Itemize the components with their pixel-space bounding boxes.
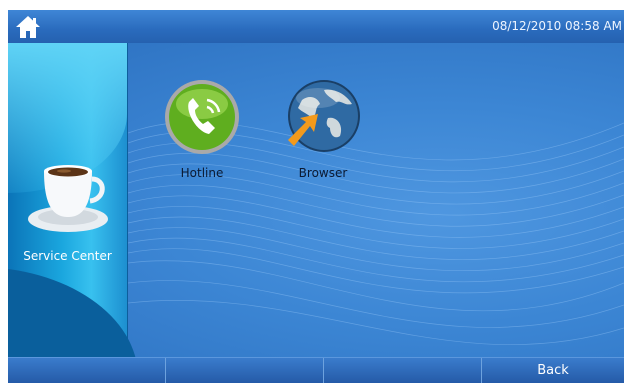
- globe-icon: [288, 80, 360, 152]
- browser-label: Browser: [298, 166, 348, 180]
- phone-icon: [165, 80, 239, 154]
- hotline-label: Hotline: [180, 166, 224, 180]
- bottom-button-bar: Back: [8, 357, 624, 383]
- browser-app[interactable]: Browser: [278, 78, 368, 180]
- service-center-label: Service Center: [23, 249, 112, 263]
- device-screen: 08/12/2010 08:58 AM Service Center Hotli…: [8, 10, 624, 383]
- hotline-app[interactable]: Hotline: [157, 78, 247, 180]
- back-label: Back: [537, 363, 569, 378]
- service-center-tile[interactable]: Service Center: [8, 43, 138, 383]
- bottom-button-1[interactable]: [8, 358, 166, 383]
- home-icon[interactable]: [14, 14, 42, 40]
- bottom-button-3[interactable]: [324, 358, 482, 383]
- coffee-cup-icon: [28, 165, 108, 232]
- bottom-button-2[interactable]: [166, 358, 324, 383]
- status-bar: 08/12/2010 08:58 AM: [8, 10, 624, 43]
- back-button[interactable]: Back: [482, 358, 624, 383]
- date-time: 08/12/2010 08:58 AM: [492, 19, 622, 33]
